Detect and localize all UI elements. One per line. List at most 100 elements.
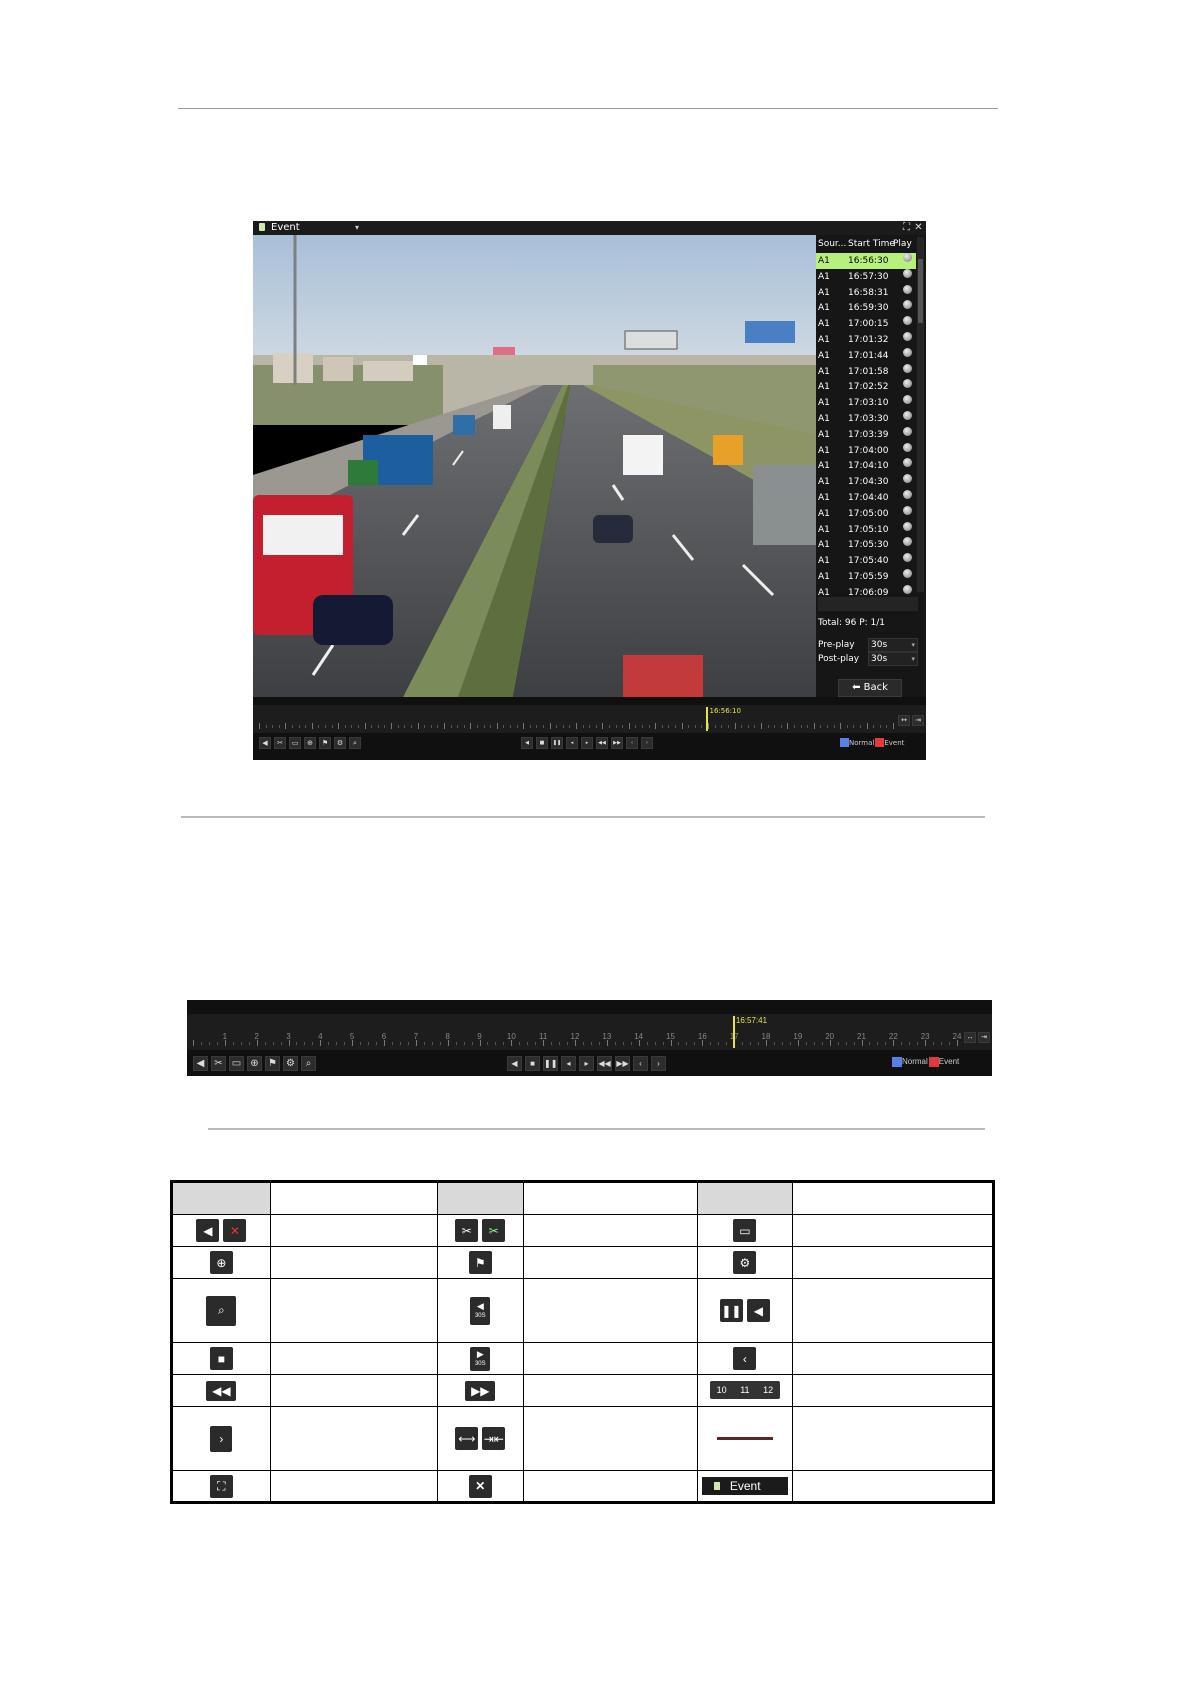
list-item[interactable]: A1 17:05:10 (816, 521, 916, 538)
fast-forward-icon[interactable]: ▶▶ (615, 1056, 630, 1071)
timeline-minor-tick (360, 1042, 362, 1045)
fullscreen-icon[interactable]: ⛶ (901, 222, 912, 233)
description-cell (522, 1278, 698, 1343)
rewind-30s-icon[interactable]: ◂ (561, 1056, 576, 1071)
list-item[interactable]: A1 16:56:30 (816, 253, 916, 269)
play-icon[interactable] (903, 411, 912, 420)
list-item[interactable]: A1 16:57:30 (816, 268, 916, 285)
list-item[interactable]: A1 17:01:32 (816, 332, 916, 348)
close-icon[interactable]: ✕ (913, 222, 924, 233)
timeline-cursor[interactable] (732, 1016, 735, 1048)
list-item[interactable]: A1 17:05:30 (816, 537, 916, 553)
scale-down-icon[interactable]: ⇥ (912, 715, 924, 726)
play-icon[interactable] (903, 505, 912, 515)
preplay-select[interactable]: 30s ▾ (868, 638, 918, 652)
pause-icon[interactable]: ❚❚ (551, 737, 563, 749)
timeline-minor-tick (377, 725, 379, 728)
add-tag-icon[interactable]: ⊕ (247, 1056, 262, 1071)
zoom-icon[interactable]: ⌕ (301, 1056, 316, 1071)
timeline-minor-tick (529, 725, 531, 728)
tag-manage-icon[interactable]: ⚙ (283, 1056, 298, 1071)
rewind-30s-icon[interactable]: ◂ (566, 737, 578, 749)
save-icon[interactable]: ▭ (289, 737, 301, 749)
play-icon[interactable] (903, 316, 912, 326)
list-item[interactable]: A1 17:04:10 (816, 458, 916, 474)
list-item[interactable]: A1 17:04:40 (816, 490, 916, 506)
audio-icon[interactable]: ◀ (259, 737, 271, 749)
play-icon[interactable] (903, 458, 912, 468)
mode-select[interactable]: Event ▾ (259, 221, 359, 235)
play-icon[interactable] (903, 521, 912, 531)
scale-up-icon[interactable]: ↔ (964, 1032, 976, 1043)
play-icon[interactable] (903, 379, 912, 389)
stop-icon[interactable]: ■ (525, 1056, 540, 1071)
list-item[interactable]: A1 16:59:30 (816, 300, 916, 316)
clip-icon[interactable]: ✂ (274, 737, 286, 749)
play-icon[interactable] (903, 253, 912, 262)
stop-icon[interactable]: ■ (536, 737, 548, 749)
audio-icon[interactable]: ◀ (193, 1056, 208, 1071)
list-item[interactable]: A1 17:03:30 (816, 411, 916, 427)
play-icon[interactable] (903, 395, 912, 405)
play-icon[interactable] (903, 569, 912, 578)
pause-icon[interactable]: ❚❚ (543, 1056, 558, 1071)
play-icon[interactable] (903, 474, 912, 484)
list-item[interactable]: A1 17:01:44 (816, 347, 916, 364)
timeline-minor-tick (589, 725, 591, 728)
play-icon[interactable] (903, 442, 912, 452)
list-item[interactable]: A1 17:04:00 (816, 442, 916, 459)
tag-manage-icon[interactable]: ⚙ (334, 737, 346, 749)
play-icon[interactable] (903, 537, 912, 547)
list-item[interactable]: A1 16:58:31 (816, 284, 916, 301)
timeline-track[interactable] (253, 705, 926, 733)
scale-down-icon[interactable]: ⇥ (978, 1032, 990, 1043)
list-item[interactable]: A1 17:03:39 (816, 426, 916, 443)
add-tag-icon[interactable]: ⊕ (304, 737, 316, 749)
list-item[interactable]: A1 17:02:52 (816, 379, 916, 395)
reverse-play-icon[interactable]: ◀ (521, 737, 533, 749)
reverse-play-icon: ◀ (746, 1299, 770, 1322)
list-item[interactable]: A1 17:03:10 (816, 395, 916, 411)
custom-tag-icon[interactable]: ⚑ (319, 737, 331, 749)
list-item[interactable]: A1 17:05:59 (816, 569, 916, 585)
back-button[interactable]: ⬅ Back (838, 679, 902, 697)
forward-30s-icon[interactable]: ▸ (579, 1056, 594, 1071)
postplay-select[interactable]: 30s ▾ (868, 652, 918, 666)
timeline-minor-tick (662, 1042, 664, 1045)
play-icon[interactable] (903, 553, 912, 563)
list-item[interactable]: A1 17:05:40 (816, 553, 916, 569)
reverse-play-icon[interactable]: ◀ (507, 1056, 522, 1071)
timeline-minor-tick (754, 725, 756, 728)
list-item[interactable]: A1 17:05:00 (816, 505, 916, 522)
timeline-cursor[interactable] (706, 707, 709, 731)
custom-tag-icon[interactable]: ⚑ (265, 1056, 280, 1071)
play-icon[interactable] (903, 426, 912, 436)
previous-day-icon[interactable]: ‹ (633, 1056, 648, 1071)
list-item[interactable]: A1 17:00:15 (816, 316, 916, 332)
play-icon[interactable] (903, 300, 912, 310)
play-icon[interactable] (903, 490, 912, 499)
scrollbar-thumb[interactable] (918, 259, 923, 323)
play-icon[interactable] (903, 584, 912, 594)
play-icon[interactable] (903, 363, 912, 373)
scale-up-icon[interactable]: ↔ (898, 715, 910, 726)
forward-30s-icon[interactable]: ▸ (581, 737, 593, 749)
list-item[interactable]: A1 17:04:30 (816, 474, 916, 490)
clip-icon[interactable]: ✂ (211, 1056, 226, 1071)
play-icon[interactable] (903, 332, 912, 341)
row-source: A1 (818, 429, 830, 440)
fast-rewind-icon[interactable]: ◀◀ (597, 1056, 612, 1071)
next-day-icon[interactable]: › (651, 1056, 666, 1071)
list-item[interactable]: A1 17:01:58 (816, 363, 916, 380)
fast-rewind-icon[interactable]: ◀◀ (596, 737, 608, 749)
play-icon[interactable] (903, 284, 912, 294)
save-icon[interactable]: ▭ (229, 1056, 244, 1071)
fast-forward-icon[interactable]: ▶▶ (611, 737, 623, 749)
previous-day-icon[interactable]: ‹ (626, 737, 638, 749)
play-icon[interactable] (903, 268, 912, 278)
play-icon[interactable] (903, 347, 912, 357)
timeline-track[interactable] (187, 1014, 992, 1050)
zoom-icon[interactable]: ⌕ (349, 737, 361, 749)
next-day-icon[interactable]: › (641, 737, 653, 749)
page-navigator[interactable] (818, 597, 918, 611)
